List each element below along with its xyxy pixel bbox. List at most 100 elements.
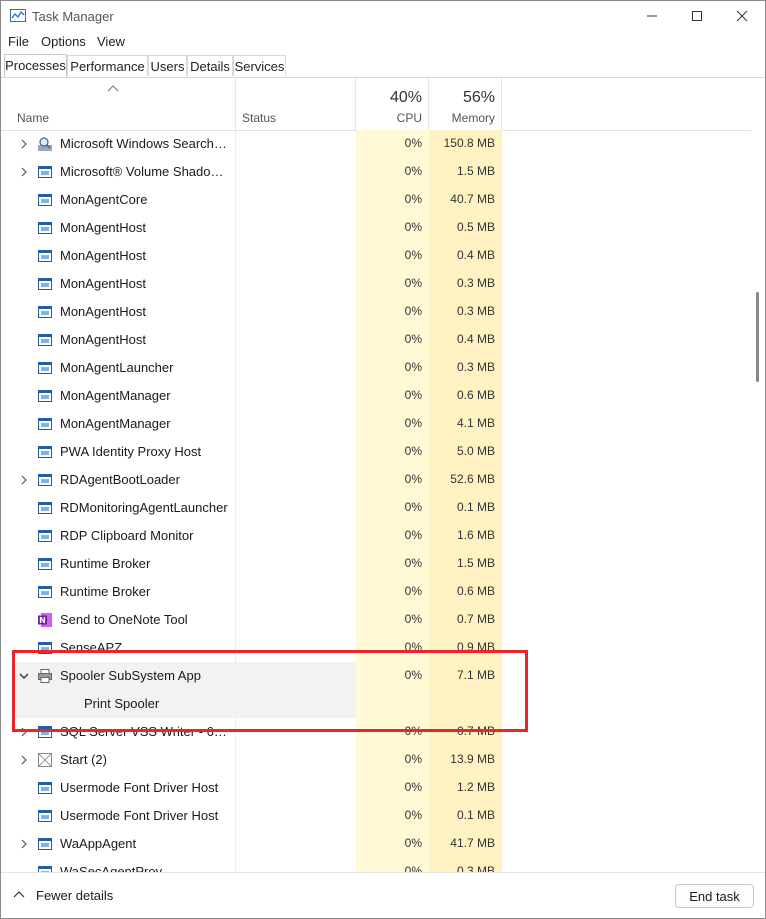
table-row[interactable]: Runtime Broker 0% 1.5 MB xyxy=(1,550,749,578)
column-memory[interactable]: 56% Memory xyxy=(429,78,502,130)
memory-value: 1.2 MB xyxy=(456,780,495,794)
tab-strip: Processes Performance Users Details Serv… xyxy=(1,54,765,78)
cpu-value: 0% xyxy=(404,556,422,570)
menu-view[interactable]: View xyxy=(97,34,125,49)
memory-value: 0.3 MB xyxy=(456,864,495,872)
vertical-scrollbar[interactable] xyxy=(749,130,765,872)
memory-value: 0.3 MB xyxy=(456,276,495,290)
chevron-right-icon[interactable] xyxy=(18,474,30,486)
table-row[interactable]: MonAgentHost 0% 0.4 MB xyxy=(1,326,749,354)
column-cpu[interactable]: 40% CPU xyxy=(356,78,429,130)
chevron-right-icon[interactable] xyxy=(18,838,30,850)
maximize-button[interactable] xyxy=(674,1,720,31)
tab-performance[interactable]: Performance xyxy=(67,55,148,76)
tab-services[interactable]: Services xyxy=(233,55,286,76)
cpu-value: 0% xyxy=(404,528,422,542)
column-header: Name Status 40% CPU 56% Memory xyxy=(1,78,751,131)
memory-total-percent: 56% xyxy=(462,89,495,106)
table-row[interactable]: RDP Clipboard Monitor 0% 1.6 MB xyxy=(1,522,749,550)
process-name: Runtime Broker xyxy=(60,556,151,571)
menu-file[interactable]: File xyxy=(8,34,29,49)
end-task-button[interactable]: End task xyxy=(675,884,754,908)
table-row[interactable]: PWA Identity Proxy Host 0% 5.0 MB xyxy=(1,438,749,466)
chevron-right-icon[interactable] xyxy=(18,138,30,150)
memory-value: 41.7 MB xyxy=(450,836,495,850)
process-name: Start (2) xyxy=(60,752,107,767)
tab-users[interactable]: Users xyxy=(148,55,187,76)
table-row[interactable]: MonAgentHost 0% 0.3 MB xyxy=(1,298,749,326)
cpu-value: 0% xyxy=(404,472,422,486)
scrollbar-thumb[interactable] xyxy=(756,292,759,382)
table-row[interactable]: MonAgentHost 0% 0.3 MB xyxy=(1,270,749,298)
chevron-right-icon[interactable] xyxy=(18,166,30,178)
menu-options[interactable]: Options xyxy=(41,34,86,49)
process-icon xyxy=(37,164,53,180)
table-row[interactable]: RDAgentBootLoader 0% 52.6 MB xyxy=(1,466,749,494)
memory-value: 40.7 MB xyxy=(450,192,495,206)
memory-value: 0.1 MB xyxy=(456,808,495,822)
task-manager-app-icon xyxy=(10,9,26,22)
cpu-value: 0% xyxy=(404,584,422,598)
memory-value: 1.5 MB xyxy=(456,164,495,178)
table-row[interactable]: Microsoft Windows Search In... 0% 150.8 MB xyxy=(1,130,749,158)
memory-value: 5.0 MB xyxy=(456,444,495,458)
cpu-value: 0% xyxy=(404,276,422,290)
search-service-icon xyxy=(37,136,53,152)
memory-value: 0.4 MB xyxy=(456,332,495,346)
process-icon xyxy=(37,332,53,348)
memory-value: 1.6 MB xyxy=(456,528,495,542)
cpu-value: 0% xyxy=(404,836,422,850)
chevron-right-icon[interactable] xyxy=(18,754,30,766)
memory-value: 0.6 MB xyxy=(456,584,495,598)
table-row[interactable]: MonAgentHost 0% 0.4 MB xyxy=(1,242,749,270)
table-row[interactable]: MonAgentManager 0% 4.1 MB xyxy=(1,410,749,438)
cpu-value: 0% xyxy=(404,248,422,262)
memory-value: 0.3 MB xyxy=(456,360,495,374)
cpu-value: 0% xyxy=(404,612,422,626)
table-row[interactable]: N Send to OneNote Tool 0% 0.7 MB xyxy=(1,606,749,634)
table-row[interactable]: MonAgentLauncher 0% 0.3 MB xyxy=(1,354,749,382)
process-icon xyxy=(37,472,53,488)
column-memory-label: Memory xyxy=(451,111,495,125)
process-name: Runtime Broker xyxy=(60,584,151,599)
fewer-details-link[interactable]: Fewer details xyxy=(36,888,113,903)
process-name: RDAgentBootLoader xyxy=(60,472,180,487)
process-list: Microsoft Windows Search In... 0% 150.8 MB… xyxy=(1,130,749,872)
close-button[interactable] xyxy=(719,1,765,31)
chevron-up-icon[interactable] xyxy=(13,890,25,898)
table-row[interactable]: Microsoft® Volume Shadow ... 0% 1.5 MB xyxy=(1,158,749,186)
tab-details[interactable]: Details xyxy=(187,55,233,76)
memory-value: 0.6 MB xyxy=(456,388,495,402)
table-row[interactable]: MonAgentCore 0% 40.7 MB xyxy=(1,186,749,214)
cpu-value: 0% xyxy=(404,360,422,374)
table-row[interactable]: WaAppAgent 0% 41.7 MB xyxy=(1,830,749,858)
cpu-value: 0% xyxy=(404,304,422,318)
column-name[interactable]: Name xyxy=(1,78,236,130)
process-icon xyxy=(37,500,53,516)
process-name: Microsoft Windows Search In... xyxy=(60,136,230,151)
table-row[interactable]: RDMonitoringAgentLauncher 0% 0.1 MB xyxy=(1,494,749,522)
column-status[interactable]: Status xyxy=(236,78,356,130)
process-icon xyxy=(37,808,53,824)
menu-bar: File Options View xyxy=(1,31,765,53)
tab-processes[interactable]: Processes xyxy=(4,54,67,77)
cpu-value: 0% xyxy=(404,500,422,514)
table-row[interactable]: MonAgentManager 0% 0.6 MB xyxy=(1,382,749,410)
process-icon xyxy=(37,360,53,376)
process-icon xyxy=(37,192,53,208)
table-row[interactable]: WaSecAgentProv 0% 0.3 MB xyxy=(1,858,749,872)
table-row[interactable]: Usermode Font Driver Host 0% 0.1 MB xyxy=(1,802,749,830)
memory-value: 0.5 MB xyxy=(456,220,495,234)
column-name-label: Name xyxy=(17,111,50,125)
task-manager-window: Task Manager File Options View Processes… xyxy=(0,0,766,919)
table-row[interactable]: Usermode Font Driver Host 0% 1.2 MB xyxy=(1,774,749,802)
highlight-annotation-box xyxy=(12,650,528,732)
minimize-button[interactable] xyxy=(629,1,675,31)
table-row[interactable]: Runtime Broker 0% 0.6 MB xyxy=(1,578,749,606)
cpu-value: 0% xyxy=(404,164,422,178)
table-row[interactable]: Start (2) 0% 13.9 MB xyxy=(1,746,749,774)
memory-value: 1.5 MB xyxy=(456,556,495,570)
memory-value: 0.1 MB xyxy=(456,500,495,514)
process-name: MonAgentHost xyxy=(60,248,146,263)
table-row[interactable]: MonAgentHost 0% 0.5 MB xyxy=(1,214,749,242)
